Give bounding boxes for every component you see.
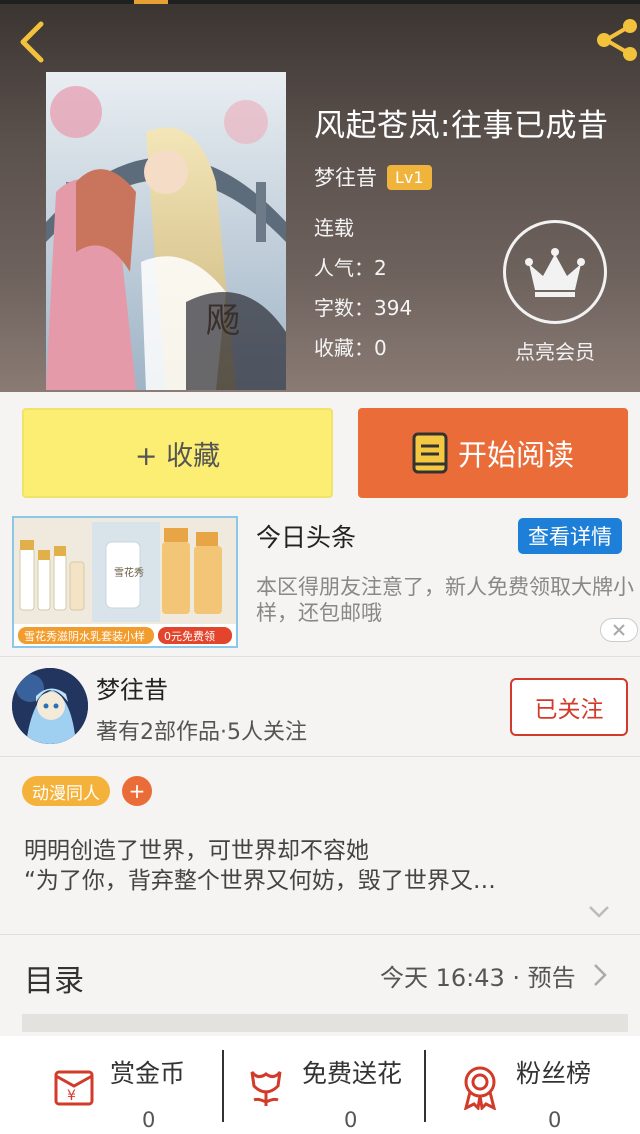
back-button[interactable] (10, 16, 54, 68)
divider (0, 656, 640, 657)
synopsis-line: 明明创造了世界，可世界却不容她 (24, 838, 369, 864)
red-envelope-icon: ¥ (54, 1070, 94, 1106)
vip-ring (503, 220, 607, 324)
fan-ranking-button[interactable]: 粉丝榜 0 (458, 1050, 628, 1132)
svg-text:飏: 飏 (206, 301, 240, 341)
free-flower-button[interactable]: 免费送花 0 (244, 1050, 414, 1132)
share-button[interactable] (592, 18, 640, 62)
serial-status: 连载 (314, 216, 354, 240)
status-indicator (134, 0, 168, 4)
writer-avatar[interactable] (12, 668, 88, 744)
free-flower-count: 0 (344, 1108, 358, 1132)
author-row: 梦往昔 Lv1 (314, 162, 432, 192)
popularity-count: 人气：2 (314, 256, 387, 280)
ad-banner-price: 0元免费领 (164, 629, 215, 643)
reward-coins-count: 0 (142, 1108, 156, 1132)
separator (424, 1050, 426, 1122)
add-tag-button[interactable]: + (122, 776, 152, 806)
reward-coins-label: 赏金币 (110, 1059, 186, 1088)
author-name[interactable]: 梦往昔 (314, 162, 377, 192)
ad-description[interactable]: 本区得朋友注意了，新人免费领取大牌小样，还包邮哦 (256, 574, 638, 626)
book-title: 风起苍岚:往事已成昔 (314, 108, 609, 144)
cover-illustration: 飏 (46, 72, 286, 390)
ad-title[interactable]: 今日头条 (256, 518, 356, 554)
separator (222, 1050, 224, 1122)
word-count: 字数：394 (314, 296, 413, 320)
synopsis-line: “为了你，背弃整个世界又何妨，毁了世界又… (24, 868, 496, 894)
reward-coins-button[interactable]: ¥ 赏金币 0 (52, 1050, 212, 1132)
divider (0, 756, 640, 757)
section-spacer (22, 1014, 628, 1032)
ad-close-button[interactable] (600, 618, 638, 642)
vip-membership-button[interactable]: 点亮会员 (500, 220, 610, 366)
book-header: 飏 风起苍岚:往事已成昔 梦往昔 Lv1 连载 人气：2 字数：394 收藏：0… (0, 0, 640, 392)
crown-icon (525, 248, 585, 297)
ad-banner-text: 雪花秀滋阴水乳套装小样 (24, 629, 145, 643)
book-cover-image[interactable]: 飏 (46, 72, 286, 390)
status-bar (0, 0, 640, 4)
synopsis[interactable]: 明明创造了世界，可世界却不容她 “为了你，背弃整个世界又何妨，毁了世界又… (24, 836, 604, 896)
catalog-title: 目录 (24, 964, 84, 999)
follow-button[interactable]: 已关注 (510, 678, 628, 736)
svg-text:雪花秀: 雪花秀 (114, 566, 144, 579)
fan-ranking-label: 粉丝榜 (516, 1059, 592, 1088)
ad-banner-image[interactable]: 雪花秀 雪花秀滋阴水乳套装小样 0元免费领 (12, 516, 238, 648)
book-icon (412, 432, 448, 474)
vip-label: 点亮会员 (515, 340, 595, 364)
ad-product-illustration: 雪花秀 雪花秀滋阴水乳套装小样 0元免费领 (14, 518, 236, 646)
catalog-row[interactable]: 目录 今天 16:43 · 预告 (0, 934, 640, 1014)
chevron-down-icon[interactable] (586, 902, 612, 922)
fan-ranking-count: 0 (548, 1108, 562, 1132)
medal-icon (463, 1066, 497, 1110)
close-icon (613, 624, 625, 636)
writer-name[interactable]: 梦往昔 (96, 670, 168, 705)
chevron-right-icon (594, 964, 607, 986)
level-badge: Lv1 (387, 164, 432, 190)
flower-icon (250, 1071, 282, 1106)
catalog-update-time: 今天 16:43 · 预告 (380, 964, 576, 992)
svg-text:¥: ¥ (67, 1088, 76, 1104)
avatar-image (12, 668, 88, 744)
bottom-stats-bar: ¥ 赏金币 0 免费送花 0 粉丝榜 0 (0, 1036, 640, 1134)
free-flower-label: 免费送花 (302, 1059, 403, 1088)
chevron-left-icon (20, 21, 44, 63)
start-reading-label: 开始阅读 (457, 438, 574, 472)
collect-button[interactable]: + 收藏 (22, 408, 333, 498)
genre-tag[interactable]: 动漫同人 (22, 776, 110, 806)
start-reading-button[interactable]: 开始阅读 (358, 408, 628, 498)
share-icon (597, 19, 637, 61)
writer-stats: 著有2部作品·5人关注 (96, 720, 307, 745)
favorites-count: 收藏：0 (314, 336, 387, 360)
ad-view-details-button[interactable]: 查看详情 (518, 518, 622, 554)
